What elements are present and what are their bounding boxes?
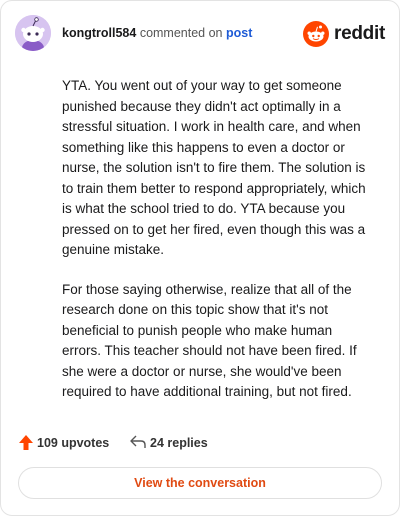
comment-meta: kongtroll584 commented on post bbox=[62, 26, 252, 40]
reddit-logo-icon bbox=[303, 21, 329, 47]
view-conversation-button[interactable]: View the conversation bbox=[18, 467, 382, 499]
comment-actions: 109 upvotes 24 replies bbox=[19, 433, 379, 453]
comment-body: YTA. You went out of your way to get som… bbox=[62, 76, 372, 422]
comment-paragraph: YTA. You went out of your way to get som… bbox=[62, 78, 366, 257]
upvote-arrow-icon bbox=[19, 435, 33, 450]
brand-name: reddit bbox=[334, 23, 385, 44]
upvote-button[interactable]: 109 upvotes bbox=[19, 433, 114, 453]
post-link[interactable]: post bbox=[226, 26, 252, 40]
action-text: commented on bbox=[139, 26, 223, 40]
snoo-avatar-icon[interactable] bbox=[15, 15, 51, 51]
comment-header: kongtroll584 commented on post reddit bbox=[15, 15, 385, 51]
reply-arrow-icon bbox=[130, 435, 146, 448]
username-link[interactable]: kongtroll584 bbox=[62, 26, 136, 40]
reddit-brand[interactable]: reddit bbox=[303, 21, 385, 47]
reply-count: 24 replies bbox=[150, 436, 208, 450]
upvote-count: 109 upvotes bbox=[37, 436, 110, 450]
embedded-comment-card: kongtroll584 commented on post reddit YT… bbox=[0, 0, 400, 516]
replies-button[interactable]: 24 replies bbox=[130, 433, 220, 453]
comment-paragraph: For those saying otherwise, realize that… bbox=[62, 281, 357, 400]
